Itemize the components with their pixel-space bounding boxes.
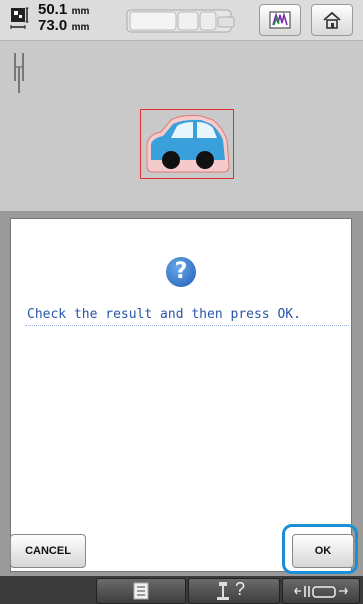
- sewing-machine-icon: [294, 586, 348, 598]
- embroidery-size-icon: [10, 7, 29, 29]
- help-button[interactable]: ?: [188, 578, 280, 604]
- checklist-icon: [133, 582, 149, 600]
- help-icon: ?: [235, 579, 246, 599]
- dialog-message: Check the result and then press OK.: [27, 307, 301, 322]
- car-embroidery-design: [146, 115, 230, 173]
- home-icon: [323, 11, 341, 29]
- message-divider: [25, 325, 349, 326]
- home-button[interactable]: [311, 4, 353, 36]
- height-unit: mm: [71, 22, 90, 33]
- width-unit: mm: [71, 6, 90, 17]
- confirmation-dialog: ? Check the result and then press OK.: [10, 218, 352, 572]
- sewing-needle-icon: [217, 582, 229, 600]
- ok-button[interactable]: OK: [292, 534, 354, 568]
- sewing-machine-button[interactable]: [282, 578, 360, 604]
- checklist-button[interactable]: [96, 578, 186, 604]
- thread-color-button[interactable]: [259, 4, 301, 36]
- top-bar: 50.1 mm 73.0 mm: [0, 0, 363, 41]
- cancel-button[interactable]: CANCEL: [10, 534, 86, 568]
- bottom-bar: ?: [0, 576, 363, 604]
- embroidery-size-readout: 50.1 mm 73.0 mm: [38, 1, 90, 35]
- question-icon: ?: [166, 257, 196, 287]
- needle-icon: [14, 53, 24, 93]
- height-value: 73.0: [38, 17, 68, 34]
- width-value: 50.1: [38, 1, 68, 18]
- thread-spool-icon: [126, 9, 235, 33]
- embroidery-preview: [0, 41, 363, 211]
- design-frame: [140, 109, 234, 179]
- thread-color-icon: [269, 11, 291, 29]
